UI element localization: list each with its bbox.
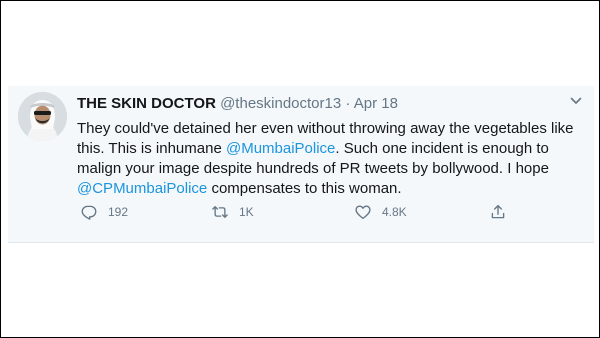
tweet-card[interactable]: THE SKIN DOCTOR @theskindoctor13 · Apr 1… [8,86,594,243]
heart-icon [354,203,372,221]
like-button[interactable]: 4.8K [354,202,407,222]
separator: · [345,95,351,112]
display-name[interactable]: THE SKIN DOCTOR [77,95,216,112]
share-button[interactable] [489,202,507,222]
like-count: 4.8K [382,205,407,219]
tweet-actions: 192 1K 4.8K [76,202,506,224]
reply-button[interactable]: 192 [80,202,128,222]
retweet-count: 1K [239,205,254,219]
avatar-image [18,92,67,141]
mention-link[interactable]: @CPMumbaiPolice [77,180,207,197]
handle[interactable]: @theskindoctor13 [220,95,341,112]
tweet-date[interactable]: Apr 18 [354,95,398,112]
tweet-text: They could've detained her even without … [77,119,582,199]
retweet-icon [211,203,229,221]
mention-link[interactable]: @MumbaiPolice [226,140,335,157]
tweet-text-part: compensates to this woman. [207,180,402,197]
tweet-header: THE SKIN DOCTOR @theskindoctor13 · Apr 1… [77,95,398,113]
retweet-button[interactable]: 1K [211,202,254,222]
chevron-down-icon[interactable] [569,94,583,108]
reply-count: 192 [108,205,129,219]
avatar[interactable] [18,92,67,141]
screenshot-frame: THE SKIN DOCTOR @theskindoctor13 · Apr 1… [0,0,600,338]
share-icon [489,203,507,221]
reply-icon [80,203,98,221]
